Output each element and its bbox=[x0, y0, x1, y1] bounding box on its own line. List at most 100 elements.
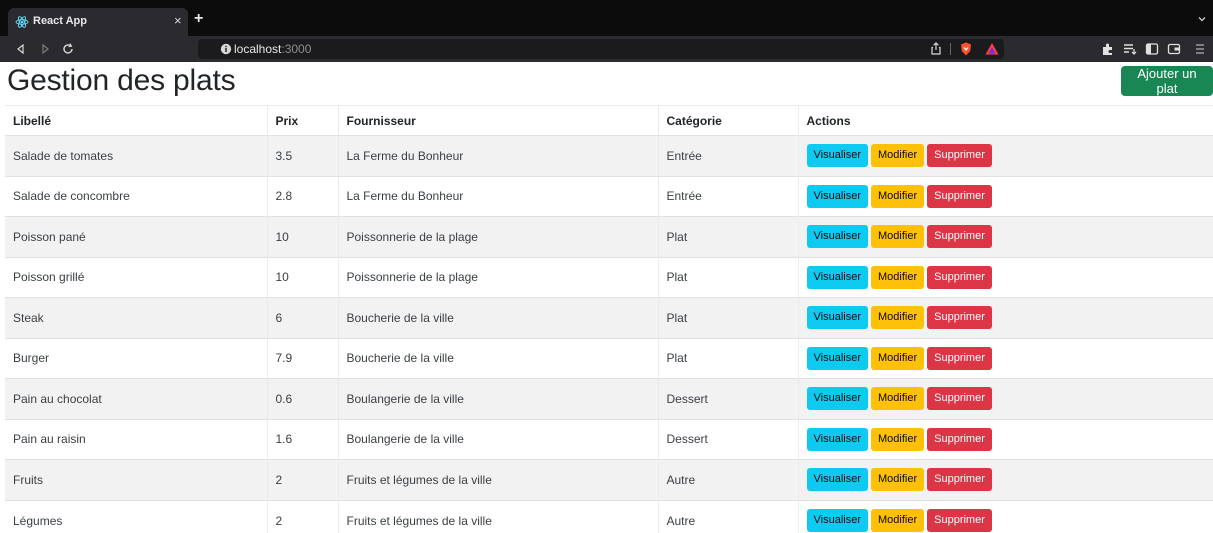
cell-categorie: Dessert bbox=[657, 418, 798, 460]
edit-button[interactable]: Modifier bbox=[871, 387, 925, 411]
addr-divider bbox=[950, 43, 951, 55]
brave-rewards-icon[interactable] bbox=[984, 41, 1000, 57]
cell-fournisseur: La Ferme du Bonheur bbox=[337, 175, 658, 217]
cell-fournisseur: Boucherie de la ville bbox=[337, 337, 658, 379]
delete-button[interactable]: Supprimer bbox=[927, 265, 992, 289]
edit-button[interactable]: Modifier bbox=[871, 306, 925, 330]
address-bar[interactable]: localhost:3000 bbox=[198, 39, 1004, 59]
table-row: Poisson grillé 10 Poissonnerie de la plage… bbox=[5, 256, 1213, 298]
edit-button[interactable]: Modifier bbox=[871, 265, 925, 289]
delete-button[interactable]: Supprimer bbox=[927, 225, 992, 249]
tab-strip: React App × + bbox=[0, 0, 1213, 36]
delete-button[interactable]: Supprimer bbox=[927, 427, 992, 451]
view-button[interactable]: Visualiser bbox=[806, 427, 868, 451]
reload-icon[interactable] bbox=[61, 42, 75, 56]
view-button[interactable]: Visualiser bbox=[806, 184, 868, 208]
menu-icon[interactable] bbox=[1192, 41, 1208, 57]
cell-prix: 2 bbox=[266, 499, 338, 533]
edit-button[interactable]: Modifier bbox=[871, 509, 925, 532]
info-icon[interactable] bbox=[220, 43, 232, 55]
cell-libelle: Burger bbox=[5, 337, 267, 379]
url-port: :3000 bbox=[281, 42, 312, 56]
browser-tab[interactable]: React App × bbox=[8, 8, 188, 36]
dishes-table: Libellé Prix Fournisseur Catégorie Actio… bbox=[5, 105, 1213, 533]
cell-categorie: Dessert bbox=[657, 378, 798, 419]
view-button[interactable]: Visualiser bbox=[806, 306, 868, 330]
brave-shield-icon[interactable] bbox=[958, 41, 974, 57]
cell-fournisseur: Poissonnerie de la plage bbox=[337, 216, 658, 257]
tab-list-icon[interactable] bbox=[1197, 14, 1207, 24]
cell-prix: 0.6 bbox=[266, 378, 338, 419]
delete-button[interactable]: Supprimer bbox=[927, 468, 992, 492]
cell-libelle: Fruits bbox=[5, 459, 267, 500]
edit-button[interactable]: Modifier bbox=[871, 144, 925, 168]
cell-fournisseur: Boucherie de la ville bbox=[337, 297, 658, 338]
cell-prix: 10 bbox=[266, 216, 338, 257]
new-tab-button[interactable]: + bbox=[194, 11, 203, 27]
view-button[interactable]: Visualiser bbox=[806, 387, 868, 411]
cell-actions: Visualiser Modifier Supprimer bbox=[797, 256, 1213, 298]
cell-prix: 10 bbox=[266, 256, 338, 298]
cell-fournisseur: Boulangerie de la ville bbox=[337, 378, 658, 419]
cell-prix: 2 bbox=[266, 459, 338, 500]
edit-button[interactable]: Modifier bbox=[871, 225, 925, 249]
cell-categorie: Autre bbox=[657, 499, 798, 533]
edit-button[interactable]: Modifier bbox=[871, 184, 925, 208]
share-icon[interactable] bbox=[928, 41, 944, 57]
forward-icon[interactable] bbox=[38, 42, 52, 56]
sidebar-icon[interactable] bbox=[1144, 41, 1160, 57]
add-dish-button[interactable]: Ajouter un plat bbox=[1121, 66, 1213, 96]
cell-prix: 2.8 bbox=[266, 175, 338, 217]
cell-libelle: Poisson grillé bbox=[5, 256, 267, 298]
delete-button[interactable]: Supprimer bbox=[927, 306, 992, 330]
table-header-row: Libellé Prix Fournisseur Catégorie Actio… bbox=[5, 105, 1213, 136]
page-content: Gestion des plats Ajouter un plat Libell… bbox=[0, 62, 1213, 533]
table-row: Salade de tomates 3.5 La Ferme du Bonheur E… bbox=[5, 135, 1213, 176]
react-icon bbox=[15, 16, 29, 28]
cell-fournisseur: La Ferme du Bonheur bbox=[337, 135, 658, 176]
extensions-icon[interactable] bbox=[1100, 41, 1116, 57]
cell-fournisseur: Poissonnerie de la plage bbox=[337, 256, 658, 298]
delete-button[interactable]: Supprimer bbox=[927, 509, 992, 532]
cell-prix: 1.6 bbox=[266, 418, 338, 460]
cell-categorie: Plat bbox=[657, 216, 798, 257]
wallet-icon[interactable] bbox=[1166, 41, 1182, 57]
view-button[interactable]: Visualiser bbox=[806, 144, 868, 168]
cell-actions: Visualiser Modifier Supprimer bbox=[797, 175, 1213, 217]
playlist-icon[interactable] bbox=[1122, 41, 1138, 57]
edit-button[interactable]: Modifier bbox=[871, 427, 925, 451]
url-host: localhost bbox=[234, 42, 282, 56]
edit-button[interactable]: Modifier bbox=[871, 346, 925, 370]
view-button[interactable]: Visualiser bbox=[806, 265, 868, 289]
cell-actions: Visualiser Modifier Supprimer bbox=[797, 418, 1213, 460]
edit-button[interactable]: Modifier bbox=[871, 468, 925, 492]
table-row: Fruits 2 Fruits et légumes de la ville Autr… bbox=[5, 459, 1213, 500]
view-button[interactable]: Visualiser bbox=[806, 509, 868, 532]
cell-categorie: Entrée bbox=[657, 175, 798, 217]
view-button[interactable]: Visualiser bbox=[806, 468, 868, 492]
cell-libelle: Légumes bbox=[5, 499, 267, 533]
cell-libelle: Pain au chocolat bbox=[5, 378, 267, 419]
column-header-libelle: Libellé bbox=[5, 105, 267, 136]
browser-chrome: React App × + localhost:3000 bbox=[0, 0, 1213, 62]
cell-prix: 7.9 bbox=[266, 337, 338, 379]
column-header-categorie: Catégorie bbox=[657, 105, 798, 136]
cell-libelle: Poisson pané bbox=[5, 216, 267, 257]
close-tab-icon[interactable]: × bbox=[174, 14, 182, 28]
delete-button[interactable]: Supprimer bbox=[927, 184, 992, 208]
view-button[interactable]: Visualiser bbox=[806, 346, 868, 370]
cell-actions: Visualiser Modifier Supprimer bbox=[797, 459, 1213, 500]
cell-actions: Visualiser Modifier Supprimer bbox=[797, 216, 1213, 257]
cell-libelle: Salade de concombre bbox=[5, 175, 267, 217]
delete-button[interactable]: Supprimer bbox=[927, 144, 992, 168]
cell-libelle: Salade de tomates bbox=[5, 135, 267, 176]
delete-button[interactable]: Supprimer bbox=[927, 387, 992, 411]
table-row: Burger 7.9 Boucherie de la ville Plat Visual… bbox=[5, 337, 1213, 379]
table-body: Salade de tomates 3.5 La Ferme du Bonheur E… bbox=[5, 135, 1213, 533]
delete-button[interactable]: Supprimer bbox=[927, 346, 992, 370]
back-icon[interactable] bbox=[14, 42, 28, 56]
browser-toolbar: localhost:3000 bbox=[0, 36, 1213, 62]
view-button[interactable]: Visualiser bbox=[806, 225, 868, 249]
cell-fournisseur: Fruits et légumes de la ville bbox=[337, 499, 658, 533]
cell-actions: Visualiser Modifier Supprimer bbox=[797, 378, 1213, 419]
